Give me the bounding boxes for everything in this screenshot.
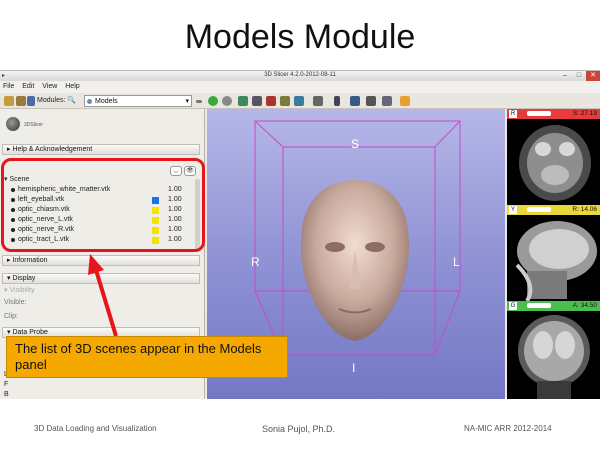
camera-icon[interactable] (366, 96, 376, 106)
axial-slice-image[interactable] (507, 119, 600, 205)
slide-title: Models Module (184, 18, 416, 56)
models-module-icon (87, 99, 92, 104)
close-icon[interactable]: ✕ (586, 71, 600, 81)
logo-text: 3DSlicer (24, 122, 43, 128)
menubar: File Edit View Help (0, 81, 600, 93)
data-module-icon[interactable] (238, 96, 248, 106)
slicer-logo-icon (6, 117, 20, 131)
models-module-button-icon[interactable] (266, 96, 276, 106)
visible-label: Visible: (4, 299, 27, 306)
minimize-icon[interactable]: – (558, 71, 572, 81)
back-icon[interactable] (196, 100, 202, 103)
module-selected-label: Models (95, 98, 118, 105)
data-probe-section-label: Data Probe (12, 329, 48, 336)
forward-icon[interactable] (208, 96, 218, 106)
search-icon[interactable]: 🔍 (67, 96, 79, 106)
information-section-header[interactable]: ▸ Information (2, 255, 200, 266)
save-icon[interactable] (27, 96, 35, 106)
red-slice-bar[interactable]: R S: 27.19 (507, 109, 600, 119)
place-fiducial-icon[interactable] (400, 96, 410, 106)
menu-help[interactable]: Help (62, 81, 82, 90)
orientation-left-label: L (453, 255, 460, 269)
volumes-module-icon[interactable] (252, 96, 262, 106)
slice-slider[interactable] (527, 303, 551, 308)
display-section-label: Display (12, 275, 36, 282)
green-slice-bar[interactable]: G A: 34.50 (507, 301, 600, 311)
load-data-icon[interactable] (4, 96, 14, 106)
sagittal-slice-image[interactable] (507, 215, 600, 301)
menu-file[interactable]: File (0, 81, 17, 90)
footer-left: 3D Data Loading and Visualization (34, 424, 157, 433)
footer-center: Sonia Pujol, Ph.D. (262, 424, 336, 434)
orientation-right-label: R (251, 255, 260, 269)
footer-right: NA-MIC ARR 2012-2014 (464, 424, 552, 433)
screenshot-icon[interactable] (382, 96, 392, 106)
menu-view[interactable]: View (39, 81, 60, 90)
coronal-slice-image[interactable] (507, 311, 600, 399)
probe-letter: F (4, 381, 9, 388)
module-selector[interactable]: Models ▾ (84, 95, 192, 107)
slice-pin-icon[interactable]: G (509, 302, 517, 310)
menu-edit[interactable]: Edit (19, 81, 37, 90)
help-section-label: Help & Acknowledgement (12, 146, 93, 153)
slice-pin-icon[interactable]: R (509, 110, 517, 118)
modules-label: Modules: (37, 97, 66, 104)
editor-icon[interactable] (294, 96, 304, 106)
reload-icon[interactable] (222, 96, 232, 106)
visibility-subsection[interactable]: ▾ Visibility (4, 286, 35, 294)
crosshair-icon[interactable] (334, 96, 340, 106)
orientation-superior-label: S (351, 137, 360, 151)
slice-views: R S: 27.19 Y R: 14.06 G A: 34.50 (507, 109, 600, 399)
probe-letter: B (4, 391, 9, 398)
maximize-icon[interactable]: □ (572, 71, 586, 81)
slice-slider[interactable] (527, 111, 551, 116)
transforms-icon[interactable] (280, 96, 290, 106)
slice-offset: R: 14.06 (572, 206, 597, 213)
slice-pin-icon[interactable]: Y (509, 206, 517, 214)
layout-icon[interactable] (313, 96, 323, 106)
information-section-label: Information (12, 257, 48, 264)
scene-highlight-box (1, 158, 205, 252)
load-volume-icon[interactable] (16, 96, 26, 106)
callout-box: The list of 3D scenes appear in the Mode… (6, 336, 288, 378)
main-toolbar: Modules: 🔍 Models ▾ (0, 93, 600, 109)
yellow-slice-bar[interactable]: Y R: 14.06 (507, 205, 600, 215)
window-title: 3D Slicer 4.2.0-2012-08-11 (264, 72, 336, 78)
visibility-label: Visibility (9, 287, 35, 294)
chevron-down-icon: ▾ (185, 98, 189, 105)
window-titlebar: ▸ 3D Slicer 4.2.0-2012-08-11 – □ ✕ (0, 71, 600, 81)
slice-slider[interactable] (527, 207, 551, 212)
clip-label: Clip: (4, 313, 19, 320)
grid-icon[interactable] (350, 96, 360, 106)
orientation-inferior-label: I (352, 361, 356, 375)
display-section-header[interactable]: ▾ Display (2, 273, 200, 284)
slice-offset: S: 27.19 (572, 110, 597, 117)
help-section-header[interactable]: ▸ Help & Acknowledgement (2, 144, 200, 155)
slice-offset: A: 34.50 (572, 302, 597, 309)
